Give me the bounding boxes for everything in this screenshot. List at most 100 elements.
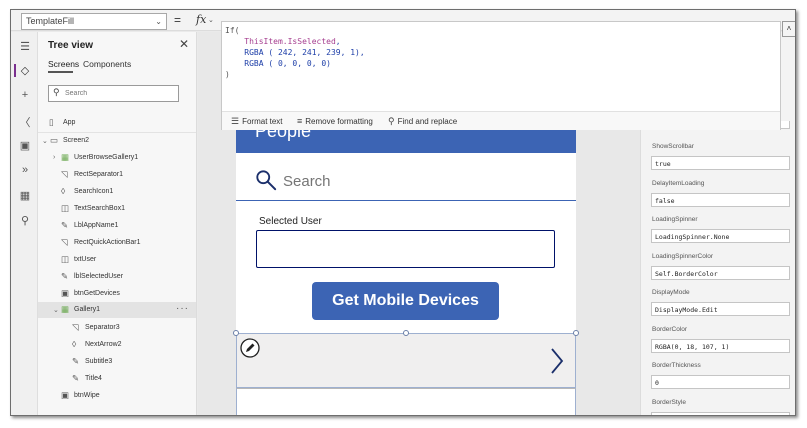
label-icon: ✎ bbox=[72, 356, 80, 366]
tree-item-lblselecteduser[interactable]: ✎ lblSelectedUser bbox=[38, 269, 196, 285]
resize-handle[interactable] bbox=[573, 330, 579, 336]
formula-line[interactable]: ) bbox=[225, 69, 365, 80]
remove-formatting-button[interactable]: ≡ Remove formatting bbox=[297, 116, 373, 126]
hamburger-menu-icon[interactable]: ☰ bbox=[18, 40, 32, 53]
format-lines-icon: ☰ bbox=[231, 116, 240, 126]
tree-item-label: Title4 bbox=[85, 375, 102, 382]
tree-item-rectseparator1[interactable]: ◹ RectSeparator1 bbox=[38, 167, 196, 183]
tree-item-label: Screen2 bbox=[63, 137, 90, 144]
tree-item-txtuser[interactable]: ◫ txtUser bbox=[38, 252, 196, 268]
get-mobile-devices-button[interactable]: Get Mobile Devices bbox=[312, 282, 499, 320]
tree-item-label: UserBrowseGallery1 bbox=[74, 154, 139, 161]
tree-item-nextarrow2[interactable]: ◊ NextArrow2 bbox=[38, 337, 196, 353]
find-replace-button[interactable]: ⚲ Find and replace bbox=[388, 116, 457, 127]
layers-icon[interactable]: ◇ bbox=[14, 64, 34, 77]
formula-line[interactable]: RGBA ( 0, 0, 0, 0) bbox=[225, 58, 365, 69]
tree-item-lblappname1[interactable]: ✎ LblAppName1 bbox=[38, 218, 196, 234]
search-input[interactable] bbox=[283, 173, 563, 190]
formula-token: ( 242, 241, 239, 1), bbox=[263, 48, 365, 57]
label-icon: ✎ bbox=[72, 373, 80, 383]
search-bar[interactable] bbox=[236, 161, 576, 201]
tab-components[interactable]: Components bbox=[83, 59, 131, 69]
close-icon[interactable]: ✕ bbox=[179, 37, 189, 51]
gallery-icon: ▦ bbox=[61, 304, 70, 314]
tree-item-label: txtUser bbox=[74, 256, 97, 263]
chevron-down-icon[interactable]: ⌄ bbox=[208, 16, 214, 24]
property-value-field[interactable]: BorderStyle.Solid bbox=[651, 411, 790, 415]
label-icon: ✎ bbox=[61, 271, 69, 281]
chevron-right-icon[interactable] bbox=[549, 347, 565, 375]
tree-item-gallery1[interactable]: ⌄ ▦ Gallery1 ··· bbox=[38, 302, 196, 318]
search-icon[interactable]: ⚲ bbox=[18, 214, 32, 227]
text-input-icon: ◫ bbox=[61, 254, 70, 264]
resize-handle[interactable] bbox=[403, 330, 409, 336]
tree-item-btngetdevices[interactable]: ▣ btnGetDevices bbox=[38, 286, 196, 302]
property-value-field[interactable]: DisplayMode.Edit bbox=[651, 302, 790, 316]
gallery-item[interactable] bbox=[236, 388, 576, 415]
tree-item-label: RectSeparator1 bbox=[74, 171, 124, 178]
power-automate-icon[interactable]: » bbox=[18, 164, 32, 176]
label-icon: ✎ bbox=[61, 220, 69, 230]
property-label: BorderColor bbox=[652, 325, 688, 333]
tree-item-textsearchbox1[interactable]: ◫ TextSearchBox1 bbox=[38, 201, 196, 217]
property-value-field[interactable]: RGBA(0, 18, 107, 1) bbox=[651, 338, 790, 353]
resize-handle[interactable] bbox=[233, 330, 239, 336]
more-options-icon[interactable]: ··· bbox=[176, 303, 189, 314]
tree-item-title4[interactable]: ✎ Title4 bbox=[38, 371, 196, 387]
search-icon[interactable] bbox=[255, 169, 277, 191]
tab-screens[interactable]: Screens bbox=[48, 59, 79, 69]
data-cylinder-icon[interactable]: 〈 bbox=[18, 114, 32, 130]
selected-user-input[interactable] bbox=[256, 230, 555, 268]
search-icon: ⚲ bbox=[388, 116, 395, 126]
formula-code[interactable]: If( ThisItem.IsSelected, RGBA ( 242, 241… bbox=[225, 25, 365, 80]
tree-item-app[interactable]: ▯ App bbox=[38, 115, 196, 131]
gallery-item-selected[interactable] bbox=[236, 333, 576, 388]
tree-item-label: Subtitle3 bbox=[85, 358, 113, 365]
active-tab-underline bbox=[48, 71, 73, 73]
tree-item-searchicon1[interactable]: ◊ SearchIcon1 bbox=[38, 184, 196, 200]
format-text-button[interactable]: ☰ Format text bbox=[231, 116, 283, 127]
gallery1[interactable] bbox=[233, 330, 579, 415]
formula-token: ) bbox=[225, 70, 230, 79]
tree-item-subtitle3[interactable]: ✎ Subtitle3 bbox=[38, 354, 196, 370]
search-icon: ⚲ bbox=[53, 87, 60, 97]
left-rail: ☰ ◇ + 〈 ▣ » ▦ ⚲ bbox=[11, 32, 38, 415]
edit-icon[interactable] bbox=[240, 338, 260, 358]
media-icon[interactable]: ▣ bbox=[18, 139, 32, 152]
tree-item-label: btnGetDevices bbox=[74, 290, 120, 297]
tree-item-label: Separator3 bbox=[85, 324, 120, 331]
property-label: LoadingSpinnerColor bbox=[652, 252, 714, 260]
formula-token: If( bbox=[225, 26, 240, 35]
button-icon: ▣ bbox=[61, 288, 70, 298]
chevron-down-icon: ⌄ bbox=[155, 17, 162, 26]
tree-item-separator3[interactable]: ◹ Separator3 bbox=[38, 320, 196, 336]
formula-token: , bbox=[335, 37, 341, 46]
tree-item-label: RectQuickActionBar1 bbox=[74, 239, 141, 246]
tree-item-userbrowsegallery1[interactable]: › ▦ UserBrowseGallery1 bbox=[38, 150, 196, 166]
plus-icon[interactable]: + bbox=[18, 89, 32, 101]
formula-line[interactable]: RGBA ( 242, 241, 239, 1), bbox=[225, 47, 365, 58]
property-value-field[interactable]: 0 bbox=[651, 375, 790, 389]
tree-item-btnwipe[interactable]: ▣ btnWipe bbox=[38, 388, 196, 404]
formula-editor[interactable]: If( ThisItem.IsSelected, RGBA ( 242, 241… bbox=[221, 21, 781, 130]
variables-icon[interactable]: ▦ bbox=[18, 189, 32, 202]
selected-user-label: Selected User bbox=[259, 216, 322, 227]
gallery-icon: ▦ bbox=[61, 152, 70, 162]
property-value-field[interactable]: false bbox=[651, 192, 790, 207]
formula-line[interactable]: ThisItem.IsSelected, bbox=[225, 36, 365, 47]
fx-icon[interactable]: fx bbox=[196, 13, 206, 26]
tree-search-input[interactable] bbox=[65, 88, 175, 99]
property-value-field[interactable]: LoadingSpinner.None bbox=[651, 229, 790, 243]
tree-item-screen2[interactable]: ⌄ ▭ Screen2 bbox=[38, 133, 196, 149]
tree-item-label: App bbox=[63, 119, 76, 126]
property-dropdown[interactable]: TemplateFill ⌄ bbox=[21, 13, 167, 30]
format-text-label: Format text bbox=[242, 117, 283, 126]
property-value-field[interactable]: Self.BorderColor bbox=[651, 265, 790, 280]
icon-control-icon: ◊ bbox=[61, 186, 66, 196]
formula-line[interactable]: If( bbox=[225, 25, 365, 36]
property-label: DelayItemLoading bbox=[652, 179, 705, 187]
tree-item-rectquickactionbar1[interactable]: ◹ RectQuickActionBar1 bbox=[38, 235, 196, 251]
collapse-formula-button[interactable]: ˄ bbox=[782, 21, 795, 37]
tree-search-box[interactable]: ⚲ bbox=[48, 85, 179, 102]
property-value-field[interactable]: true bbox=[651, 156, 790, 170]
